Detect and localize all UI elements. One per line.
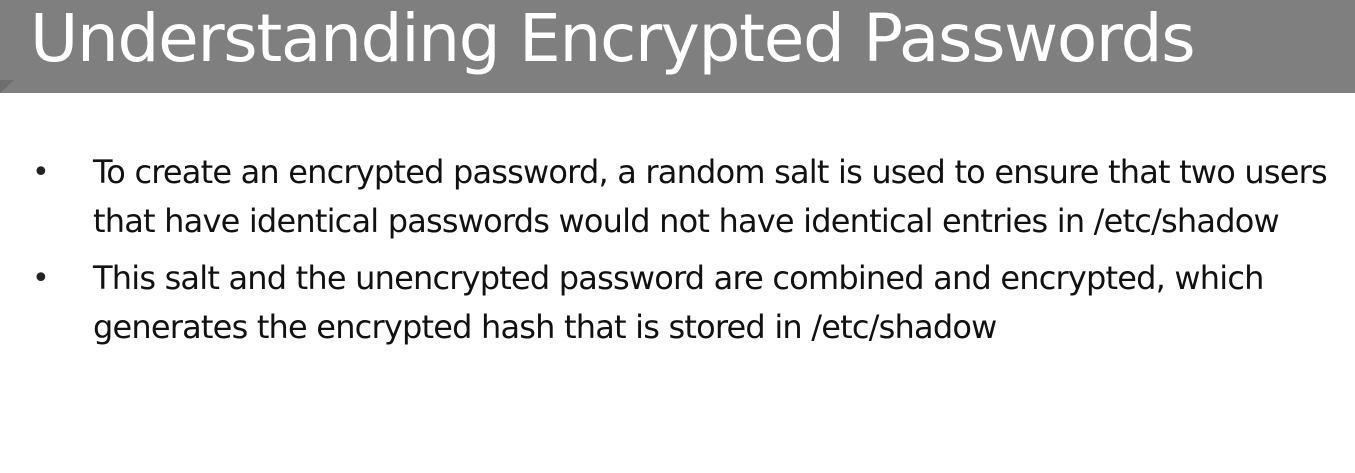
bullet-item: • To create an encrypted password, a ran…: [0, 148, 1355, 246]
bullet-text: This salt and the unencrypted password a…: [93, 259, 1264, 346]
bullet-item: • This salt and the unencrypted password…: [0, 254, 1355, 352]
bullet-list: • To create an encrypted password, a ran…: [0, 148, 1355, 360]
title-bar: Understanding Encrypted Passwords: [0, 0, 1355, 93]
title-bar-notch: [0, 80, 14, 93]
bullet-text: To create an encrypted password, a rando…: [93, 153, 1328, 240]
bullet-marker: •: [32, 261, 50, 296]
bullet-marker: •: [32, 155, 50, 190]
slide: Understanding Encrypted Passwords • To c…: [0, 0, 1355, 473]
slide-title: Understanding Encrypted Passwords: [30, 0, 1196, 77]
